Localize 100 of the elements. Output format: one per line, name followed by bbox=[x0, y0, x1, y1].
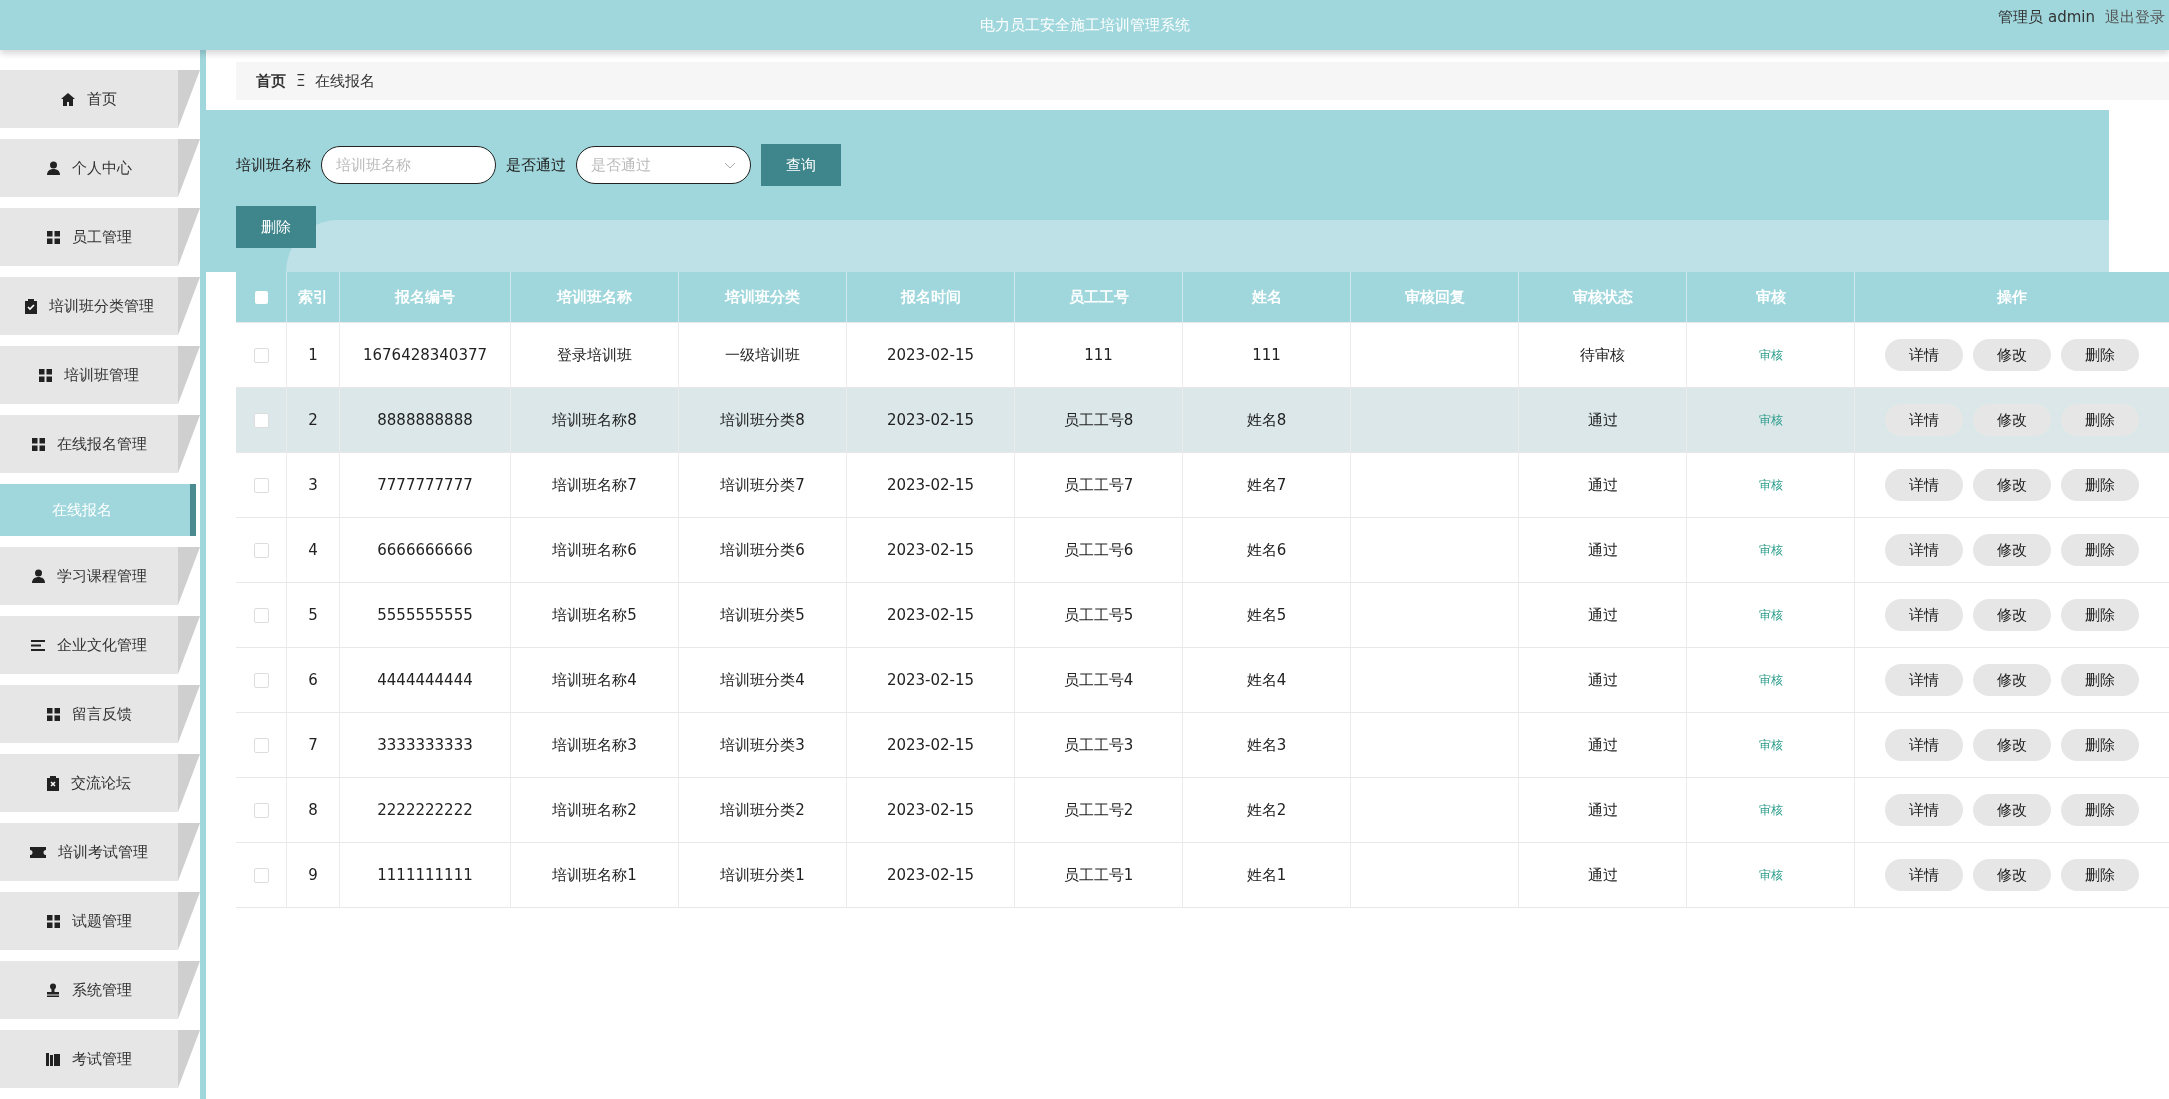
row-checkbox[interactable] bbox=[253, 867, 269, 883]
clipboard-x-icon bbox=[47, 775, 59, 791]
row-checkbox[interactable] bbox=[253, 737, 269, 753]
row-action-button[interactable]: 删除 bbox=[2061, 339, 2139, 371]
table-cell: 5555555555 bbox=[340, 583, 511, 647]
row-action-button[interactable]: 详情 bbox=[1885, 534, 1963, 566]
row-action-button[interactable]: 修改 bbox=[1973, 469, 2051, 501]
table-cell: 2023-02-15 bbox=[847, 323, 1015, 387]
column-header: 员工工号 bbox=[1015, 272, 1183, 322]
row-action-button[interactable]: 详情 bbox=[1885, 599, 1963, 631]
table-cell: 通过 bbox=[1519, 648, 1687, 712]
column-header: 培训班分类 bbox=[679, 272, 847, 322]
row-action-button[interactable]: 修改 bbox=[1973, 404, 2051, 436]
chevron-down-icon bbox=[724, 161, 736, 169]
row-action-button[interactable]: 删除 bbox=[2061, 469, 2139, 501]
review-link[interactable]: 审核 bbox=[1758, 476, 1783, 494]
table-cell: 7 bbox=[287, 713, 340, 777]
row-checkbox[interactable] bbox=[253, 477, 269, 493]
table-cell: 培训班分类4 bbox=[679, 648, 847, 712]
clipboard-check-icon bbox=[24, 298, 37, 314]
ticket-icon bbox=[30, 846, 46, 858]
table-row[interactable]: 5 5555555555 培训班名称5 培训班分类5 2023-02-15 员工工号5 姓名5 通过 审核 详情 修改 删除 bbox=[236, 583, 2169, 648]
row-action-button[interactable]: 删除 bbox=[2061, 794, 2139, 826]
table-row[interactable]: 8 2222222222 培训班名称2 培训班分类2 2023-02-15 员工工号2 姓名2 通过 审核 详情 修改 删除 bbox=[236, 778, 2169, 843]
table-cell: 姓名4 bbox=[1183, 648, 1351, 712]
breadcrumb-link[interactable]: 首页 bbox=[256, 71, 286, 91]
table-cell: 培训班名称7 bbox=[511, 453, 679, 517]
table-cell: 5 bbox=[287, 583, 340, 647]
row-checkbox[interactable] bbox=[253, 542, 269, 558]
row-action-button[interactable]: 修改 bbox=[1973, 664, 2051, 696]
table-cell: 通过 bbox=[1519, 518, 1687, 582]
row-action-button[interactable]: 删除 bbox=[2061, 599, 2139, 631]
row-action-button[interactable]: 详情 bbox=[1885, 794, 1963, 826]
row-action-button[interactable]: 删除 bbox=[2061, 859, 2139, 891]
row-action-button[interactable]: 删除 bbox=[2061, 729, 2139, 761]
table-row[interactable]: 2 8888888888 培训班名称8 培训班分类8 2023-02-15 员工工号8 姓名8 通过 审核 详情 修改 删除 bbox=[236, 388, 2169, 453]
table-cell: 通过 bbox=[1519, 453, 1687, 517]
row-checkbox[interactable] bbox=[253, 607, 269, 623]
table-cell: 4444444444 bbox=[340, 648, 511, 712]
row-action-button[interactable]: 详情 bbox=[1885, 339, 1963, 371]
table-cell: 3 bbox=[287, 453, 340, 517]
review-link[interactable]: 审核 bbox=[1758, 346, 1783, 364]
row-action-button[interactable]: 详情 bbox=[1885, 404, 1963, 436]
row-action-button[interactable]: 修改 bbox=[1973, 339, 2051, 371]
row-action-button[interactable]: 删除 bbox=[2061, 534, 2139, 566]
grid-icon bbox=[46, 230, 60, 244]
grid-icon bbox=[39, 368, 52, 382]
row-action-button[interactable]: 修改 bbox=[1973, 599, 2051, 631]
table-cell: 培训班分类6 bbox=[679, 518, 847, 582]
table-cell: 员工工号1 bbox=[1015, 843, 1183, 907]
table-row[interactable]: 4 6666666666 培训班名称6 培训班分类6 2023-02-15 员工工号6 姓名6 通过 审核 详情 修改 删除 bbox=[236, 518, 2169, 583]
table-cell: 培训班分类7 bbox=[679, 453, 847, 517]
row-checkbox[interactable] bbox=[253, 412, 269, 428]
table-row[interactable]: 9 1111111111 培训班名称1 培训班分类1 2023-02-15 员工工号1 姓名1 通过 审核 详情 修改 删除 bbox=[236, 843, 2169, 908]
logout-link[interactable]: 退出登录 bbox=[2105, 8, 2165, 27]
row-action-button[interactable]: 详情 bbox=[1885, 664, 1963, 696]
list-icon bbox=[31, 639, 45, 651]
review-link[interactable]: 审核 bbox=[1758, 866, 1783, 884]
row-action-button[interactable]: 修改 bbox=[1973, 794, 2051, 826]
breadcrumb-current: 在线报名 bbox=[315, 71, 376, 91]
column-header: 报名时间 bbox=[847, 272, 1015, 322]
table-row[interactable]: 6 4444444444 培训班名称4 培训班分类4 2023-02-15 员工工号4 姓名4 通过 审核 详情 修改 删除 bbox=[236, 648, 2169, 713]
table-cell: 1 bbox=[287, 323, 340, 387]
row-checkbox[interactable] bbox=[253, 802, 269, 818]
table-cell: 8 bbox=[287, 778, 340, 842]
name-search-field[interactable]: 培训班名称 bbox=[321, 146, 496, 184]
table-row[interactable]: 7 3333333333 培训班名称3 培训班分类3 2023-02-15 员工工号3 姓名3 通过 审核 详情 修改 删除 bbox=[236, 713, 2169, 778]
table-cell: 2023-02-15 bbox=[847, 583, 1015, 647]
delete-button[interactable]: 删除 bbox=[236, 206, 316, 248]
column-header: 索引 bbox=[287, 272, 340, 322]
review-link[interactable]: 审核 bbox=[1758, 671, 1783, 689]
review-link[interactable]: 审核 bbox=[1758, 606, 1783, 624]
row-action-button[interactable]: 详情 bbox=[1885, 859, 1963, 891]
table-row[interactable]: 3 7777777777 培训班名称7 培训班分类7 2023-02-15 员工工号7 姓名7 通过 审核 详情 修改 删除 bbox=[236, 453, 2169, 518]
table-cell: 登录培训班 bbox=[511, 323, 679, 387]
table-cell: 2023-02-15 bbox=[847, 453, 1015, 517]
table-cell: 培训班分类3 bbox=[679, 713, 847, 777]
query-button[interactable]: 查询 bbox=[761, 144, 841, 186]
table-cell: 8888888888 bbox=[340, 388, 511, 452]
select-all-checkbox[interactable] bbox=[254, 290, 268, 304]
row-action-button[interactable]: 修改 bbox=[1973, 729, 2051, 761]
table-cell: 培训班名称2 bbox=[511, 778, 679, 842]
row-checkbox[interactable] bbox=[253, 672, 269, 688]
table-cell: 姓名2 bbox=[1183, 778, 1351, 842]
table-cell: 员工工号2 bbox=[1015, 778, 1183, 842]
row-action-button[interactable]: 修改 bbox=[1973, 859, 2051, 891]
row-action-button[interactable]: 删除 bbox=[2061, 404, 2139, 436]
row-action-button[interactable]: 详情 bbox=[1885, 729, 1963, 761]
person-icon bbox=[31, 569, 45, 583]
review-link[interactable]: 审核 bbox=[1758, 736, 1783, 754]
row-action-button[interactable]: 删除 bbox=[2061, 664, 2139, 696]
review-link[interactable]: 审核 bbox=[1758, 801, 1783, 819]
table-cell: 员工工号8 bbox=[1015, 388, 1183, 452]
row-action-button[interactable]: 修改 bbox=[1973, 534, 2051, 566]
home-icon bbox=[61, 92, 75, 106]
review-link[interactable]: 审核 bbox=[1758, 541, 1783, 559]
stamp-icon bbox=[46, 983, 60, 997]
row-action-button[interactable]: 详情 bbox=[1885, 469, 1963, 501]
row-checkbox[interactable] bbox=[253, 347, 269, 363]
table-cell: 7777777777 bbox=[340, 453, 511, 517]
